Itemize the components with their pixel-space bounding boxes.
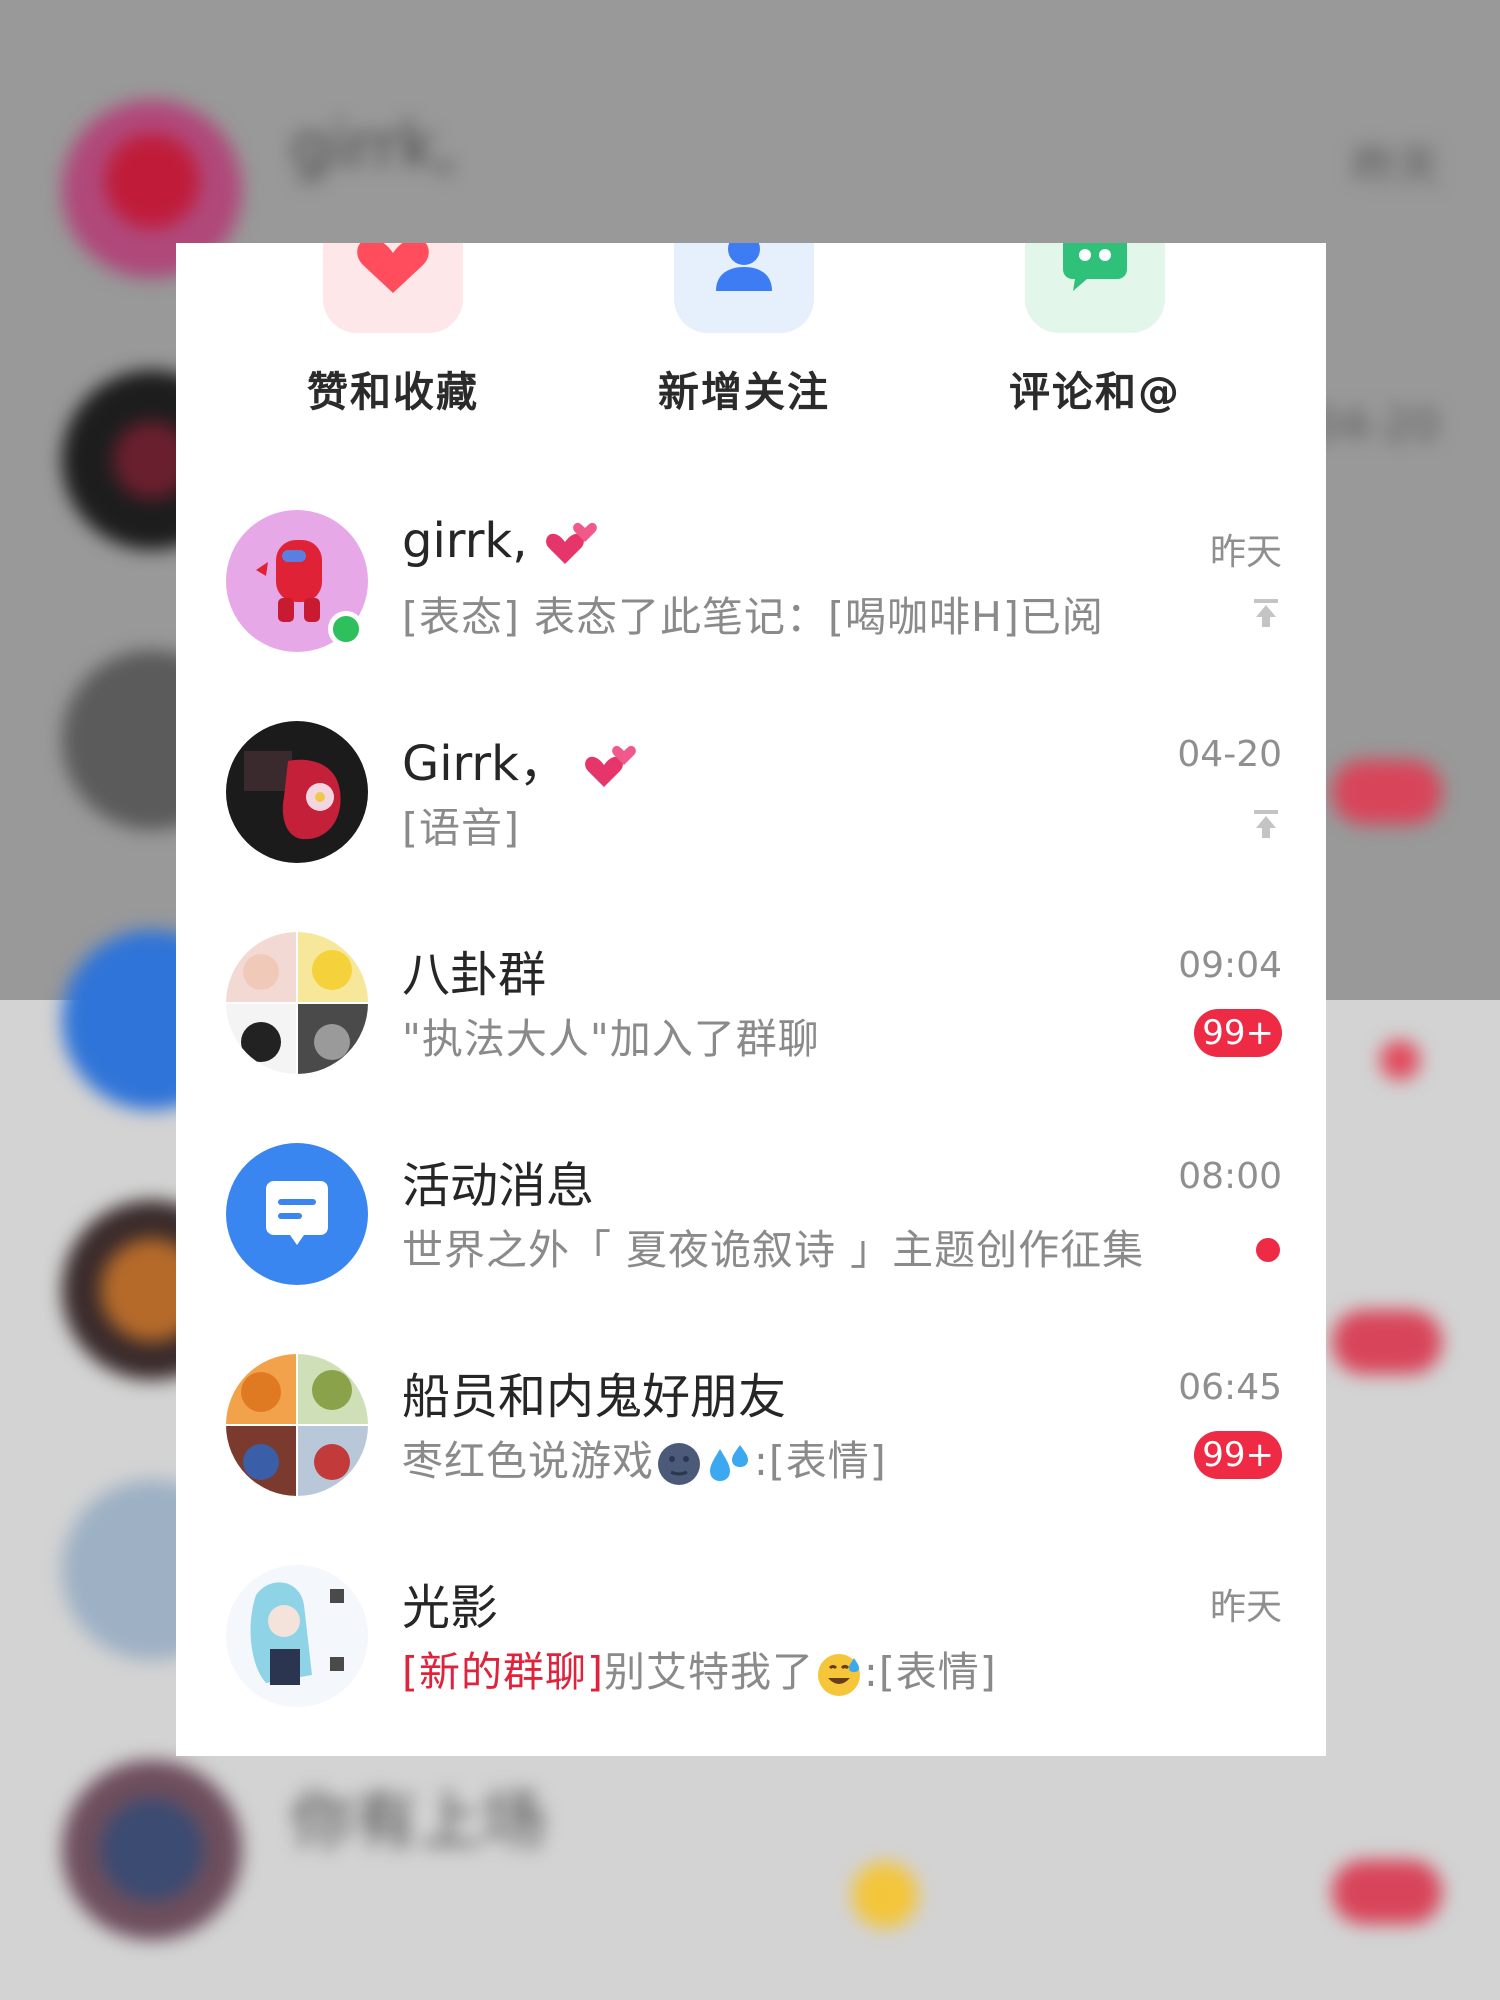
background-row-title: 你有上场 <box>290 1785 546 1859</box>
conversation-row[interactable]: girrk, [表态] 表态了此笔记：[喝咖啡H]已阅 昨天 <box>176 483 1326 694</box>
conversation-preview: 枣红色说游戏 :[表情] <box>402 1427 887 1487</box>
preview-suffix: :[表情] <box>754 1437 887 1485</box>
background-badge <box>1332 760 1442 824</box>
shortcut-bar: 赞和收藏 新增关注 评论和@ <box>176 243 1326 453</box>
conversation-row[interactable]: 光影 [新的群聊]别艾特我了 :[表情] 昨天 <box>176 1538 1326 1749</box>
preview-text: 别艾特我了 <box>604 1648 814 1696</box>
moon-face-icon <box>658 1443 700 1485</box>
background-badge <box>1332 1860 1442 1924</box>
conversation-title-text: Girrk， <box>402 736 567 792</box>
avatar[interactable] <box>226 1565 368 1707</box>
conversation-time: 昨天 <box>1209 1587 1282 1628</box>
chat-bubble-icon <box>1063 243 1127 291</box>
conversation-title: 船员和内鬼好朋友 <box>402 1369 787 1425</box>
avatar-image <box>226 932 368 1074</box>
preview-suffix: :[表情] <box>864 1648 997 1696</box>
heart-icon <box>357 243 429 293</box>
background-dot <box>1380 1040 1420 1080</box>
emoji-icon <box>852 1862 918 1928</box>
conversation-row[interactable]: 船员和内鬼好朋友 枣红色说游戏 :[表情] 06:45 99+ <box>176 1327 1326 1538</box>
avatar[interactable] <box>226 721 368 863</box>
conversation-row[interactable]: 八卦群 "执法大人"加入了群聊 09:04 99+ <box>176 905 1326 1116</box>
message-panel: 赞和收藏 新增关注 评论和@ girrk, [表态] 表态了此笔记：[喝咖啡H]… <box>176 243 1326 1756</box>
background-row-title: girrk, <box>290 110 458 184</box>
conversation-time: 04-20 <box>1177 734 1282 775</box>
conversation-title-text: girrk, <box>402 513 528 569</box>
person-tile <box>674 243 814 333</box>
chat-tile <box>1025 243 1165 333</box>
conversation-title: girrk, <box>402 513 601 572</box>
unread-badge: 99+ <box>1194 1009 1282 1057</box>
conversation-time: 09:04 <box>1178 945 1282 986</box>
conversation-row[interactable]: 活动消息 世界之外「 夏夜诡叙诗 」主题创作征集 08:00 <box>176 1116 1326 1327</box>
online-status-dot <box>328 611 364 647</box>
conversation-time: 06:45 <box>1178 1367 1282 1408</box>
unread-badge: 99+ <box>1194 1431 1282 1479</box>
shortcut-label: 新增关注 <box>658 368 830 416</box>
conversation-time: 昨天 <box>1209 532 1282 573</box>
shortcut-comments-mentions[interactable]: 评论和@ <box>905 243 1285 453</box>
message-icon <box>266 1181 328 1245</box>
group-avatar[interactable] <box>226 932 368 1074</box>
avatar-image <box>226 1354 368 1496</box>
conversation-preview: "执法大人"加入了群聊 <box>402 1015 820 1063</box>
preview-text: 枣红色说游戏 <box>402 1437 654 1485</box>
shortcut-likes-collections[interactable]: 赞和收藏 <box>203 243 583 453</box>
pin-icon <box>1254 810 1278 838</box>
conversation-preview: [新的群聊]别艾特我了 :[表情] <box>402 1638 997 1698</box>
conversation-preview: 世界之外「 夏夜诡叙诗 」主题创作征集 <box>402 1226 1145 1274</box>
shortcut-new-followers[interactable]: 新增关注 <box>554 243 934 453</box>
avatar-image <box>226 721 368 863</box>
shortcut-label: 评论和@ <box>1009 368 1181 416</box>
sweat-droplets-icon <box>710 1445 748 1481</box>
conversation-title: 活动消息 <box>402 1158 595 1214</box>
two-hearts-icon <box>545 522 597 564</box>
shortcut-label: 赞和收藏 <box>307 368 479 416</box>
person-icon <box>716 243 772 291</box>
background-avatar <box>62 1760 242 1940</box>
group-avatar[interactable] <box>226 1354 368 1496</box>
grinning-sweat-icon <box>818 1654 860 1696</box>
activity-avatar[interactable] <box>226 1143 368 1285</box>
background-badge <box>1332 1310 1442 1374</box>
conversation-row[interactable]: Girrk， [语音] 04-20 <box>176 694 1326 905</box>
conversation-title: Girrk， <box>402 724 640 795</box>
conversation-time: 08:00 <box>1178 1156 1282 1197</box>
background-row-time: 昨天 <box>1352 141 1440 192</box>
two-hearts-icon <box>585 745 637 787</box>
conversation-title: 八卦群 <box>402 947 547 1003</box>
conversation-preview: [语音] <box>402 804 520 852</box>
conversation-preview: [表态] 表态了此笔记：[喝咖啡H]已阅 <box>402 593 1104 641</box>
pin-icon <box>1254 599 1278 627</box>
new-group-tag: [新的群聊] <box>402 1648 604 1696</box>
background-row: 你有上场 <box>0 1750 1500 1950</box>
avatar-image <box>226 1565 368 1707</box>
heart-tile <box>323 243 463 333</box>
unread-dot <box>1256 1238 1280 1262</box>
background-row-time: 04-20 <box>1312 400 1440 451</box>
conversation-title: 光影 <box>402 1580 499 1636</box>
